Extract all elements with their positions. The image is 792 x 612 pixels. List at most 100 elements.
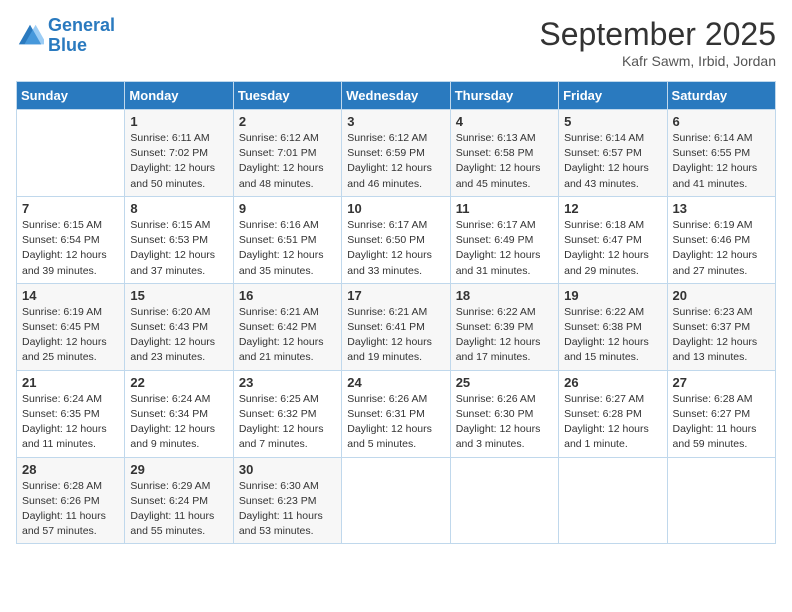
- month-title: September 2025: [539, 16, 776, 53]
- calendar-body: 1 Sunrise: 6:11 AM Sunset: 7:02 PM Daylig…: [17, 110, 776, 544]
- cell-details: Sunrise: 6:24 AM Sunset: 6:34 PM Dayligh…: [130, 392, 227, 453]
- day-number: 6: [673, 114, 770, 129]
- cell-details: Sunrise: 6:15 AM Sunset: 6:53 PM Dayligh…: [130, 218, 227, 279]
- calendar-week-3: 14 Sunrise: 6:19 AM Sunset: 6:45 PM Dayli…: [17, 283, 776, 370]
- day-number: 23: [239, 375, 336, 390]
- day-number: 8: [130, 201, 227, 216]
- day-number: 2: [239, 114, 336, 129]
- cell-details: Sunrise: 6:30 AM Sunset: 6:23 PM Dayligh…: [239, 479, 336, 540]
- weekday-header-wednesday: Wednesday: [342, 82, 450, 110]
- day-number: 1: [130, 114, 227, 129]
- calendar-cell: 7Sunrise: 6:15 AM Sunset: 6:54 PM Daylig…: [17, 196, 125, 283]
- cell-details: Sunrise: 6:17 AM Sunset: 6:49 PM Dayligh…: [456, 218, 553, 279]
- cell-details: Sunrise: 6:27 AM Sunset: 6:28 PM Dayligh…: [564, 392, 661, 453]
- logo-line2: Blue: [48, 35, 87, 55]
- calendar-cell: 9Sunrise: 6:16 AM Sunset: 6:51 PM Daylig…: [233, 196, 341, 283]
- calendar-cell: 1 Sunrise: 6:11 AM Sunset: 7:02 PM Daylig…: [125, 110, 233, 197]
- weekday-header-thursday: Thursday: [450, 82, 558, 110]
- calendar-cell: 11 Sunrise: 6:17 AM Sunset: 6:49 PM Dayli…: [450, 196, 558, 283]
- day-number: 19: [564, 288, 661, 303]
- cell-details: Sunrise: 6:14 AM Sunset: 6:57 PM Dayligh…: [564, 131, 661, 192]
- calendar-cell: 15 Sunrise: 6:20 AM Sunset: 6:43 PM Dayli…: [125, 283, 233, 370]
- weekday-header-sunday: Sunday: [17, 82, 125, 110]
- cell-details: Sunrise: 6:25 AM Sunset: 6:32 PM Dayligh…: [239, 392, 336, 453]
- day-number: 11: [456, 201, 553, 216]
- logo-icon: [16, 22, 44, 50]
- calendar-cell: 24 Sunrise: 6:26 AM Sunset: 6:31 PM Dayli…: [342, 370, 450, 457]
- cell-details: Sunrise: 6:21 AM Sunset: 6:41 PM Dayligh…: [347, 305, 444, 366]
- day-number: 5: [564, 114, 661, 129]
- cell-details: Sunrise: 6:22 AM Sunset: 6:39 PM Dayligh…: [456, 305, 553, 366]
- cell-details: Sunrise: 6:19 AM Sunset: 6:45 PM Dayligh…: [22, 305, 119, 366]
- cell-details: Sunrise: 6:23 AM Sunset: 6:37 PM Dayligh…: [673, 305, 770, 366]
- cell-details: Sunrise: 6:21 AM Sunset: 6:42 PM Dayligh…: [239, 305, 336, 366]
- calendar-cell: 29 Sunrise: 6:29 AM Sunset: 6:24 PM Dayli…: [125, 457, 233, 544]
- cell-details: Sunrise: 6:28 AM Sunset: 6:27 PM Dayligh…: [673, 392, 770, 453]
- calendar-cell: 20Sunrise: 6:23 AM Sunset: 6:37 PM Dayli…: [667, 283, 775, 370]
- page-header: General Blue September 2025 Kafr Sawm, I…: [16, 16, 776, 69]
- calendar-week-4: 21 Sunrise: 6:24 AM Sunset: 6:35 PM Dayli…: [17, 370, 776, 457]
- calendar-week-5: 28 Sunrise: 6:28 AM Sunset: 6:26 PM Dayli…: [17, 457, 776, 544]
- weekday-header-monday: Monday: [125, 82, 233, 110]
- day-number: 12: [564, 201, 661, 216]
- calendar-cell: 6 Sunrise: 6:14 AM Sunset: 6:55 PM Daylig…: [667, 110, 775, 197]
- calendar-cell: 14 Sunrise: 6:19 AM Sunset: 6:45 PM Dayli…: [17, 283, 125, 370]
- weekday-header-saturday: Saturday: [667, 82, 775, 110]
- calendar-cell: 4Sunrise: 6:13 AM Sunset: 6:58 PM Daylig…: [450, 110, 558, 197]
- day-number: 26: [564, 375, 661, 390]
- cell-details: Sunrise: 6:19 AM Sunset: 6:46 PM Dayligh…: [673, 218, 770, 279]
- calendar-cell: 3Sunrise: 6:12 AM Sunset: 6:59 PM Daylig…: [342, 110, 450, 197]
- calendar-cell: [559, 457, 667, 544]
- weekday-header-tuesday: Tuesday: [233, 82, 341, 110]
- cell-details: Sunrise: 6:15 AM Sunset: 6:54 PM Dayligh…: [22, 218, 119, 279]
- cell-details: Sunrise: 6:12 AM Sunset: 7:01 PM Dayligh…: [239, 131, 336, 192]
- day-number: 10: [347, 201, 444, 216]
- day-number: 16: [239, 288, 336, 303]
- calendar-cell: 27 Sunrise: 6:28 AM Sunset: 6:27 PM Dayli…: [667, 370, 775, 457]
- calendar-cell: 22 Sunrise: 6:24 AM Sunset: 6:34 PM Dayli…: [125, 370, 233, 457]
- calendar-table: SundayMondayTuesdayWednesdayThursdayFrid…: [16, 81, 776, 544]
- cell-details: Sunrise: 6:24 AM Sunset: 6:35 PM Dayligh…: [22, 392, 119, 453]
- day-number: 29: [130, 462, 227, 477]
- day-number: 13: [673, 201, 770, 216]
- calendar-week-1: 1 Sunrise: 6:11 AM Sunset: 7:02 PM Daylig…: [17, 110, 776, 197]
- calendar-cell: 5 Sunrise: 6:14 AM Sunset: 6:57 PM Daylig…: [559, 110, 667, 197]
- day-number: 22: [130, 375, 227, 390]
- day-number: 15: [130, 288, 227, 303]
- day-number: 30: [239, 462, 336, 477]
- cell-details: Sunrise: 6:20 AM Sunset: 6:43 PM Dayligh…: [130, 305, 227, 366]
- calendar-cell: 2 Sunrise: 6:12 AM Sunset: 7:01 PM Daylig…: [233, 110, 341, 197]
- location: Kafr Sawm, Irbid, Jordan: [539, 53, 776, 69]
- calendar-cell: 28 Sunrise: 6:28 AM Sunset: 6:26 PM Dayli…: [17, 457, 125, 544]
- calendar-cell: 21 Sunrise: 6:24 AM Sunset: 6:35 PM Dayli…: [17, 370, 125, 457]
- weekday-header-friday: Friday: [559, 82, 667, 110]
- calendar-cell: 26 Sunrise: 6:27 AM Sunset: 6:28 PM Dayli…: [559, 370, 667, 457]
- logo: General Blue: [16, 16, 115, 56]
- cell-details: Sunrise: 6:28 AM Sunset: 6:26 PM Dayligh…: [22, 479, 119, 540]
- day-number: 28: [22, 462, 119, 477]
- calendar-cell: 12Sunrise: 6:18 AM Sunset: 6:47 PM Dayli…: [559, 196, 667, 283]
- cell-details: Sunrise: 6:12 AM Sunset: 6:59 PM Dayligh…: [347, 131, 444, 192]
- cell-details: Sunrise: 6:14 AM Sunset: 6:55 PM Dayligh…: [673, 131, 770, 192]
- calendar-week-2: 7Sunrise: 6:15 AM Sunset: 6:54 PM Daylig…: [17, 196, 776, 283]
- day-number: 24: [347, 375, 444, 390]
- calendar-cell: [667, 457, 775, 544]
- calendar-cell: 13 Sunrise: 6:19 AM Sunset: 6:46 PM Dayli…: [667, 196, 775, 283]
- cell-details: Sunrise: 6:26 AM Sunset: 6:30 PM Dayligh…: [456, 392, 553, 453]
- cell-details: Sunrise: 6:22 AM Sunset: 6:38 PM Dayligh…: [564, 305, 661, 366]
- day-number: 14: [22, 288, 119, 303]
- calendar-cell: 30 Sunrise: 6:30 AM Sunset: 6:23 PM Dayli…: [233, 457, 341, 544]
- logo-line1: General: [48, 15, 115, 35]
- day-number: 21: [22, 375, 119, 390]
- calendar-cell: 10 Sunrise: 6:17 AM Sunset: 6:50 PM Dayli…: [342, 196, 450, 283]
- day-number: 17: [347, 288, 444, 303]
- day-number: 27: [673, 375, 770, 390]
- weekday-row: SundayMondayTuesdayWednesdayThursdayFrid…: [17, 82, 776, 110]
- cell-details: Sunrise: 6:29 AM Sunset: 6:24 PM Dayligh…: [130, 479, 227, 540]
- calendar-cell: [450, 457, 558, 544]
- cell-details: Sunrise: 6:17 AM Sunset: 6:50 PM Dayligh…: [347, 218, 444, 279]
- calendar-cell: 16 Sunrise: 6:21 AM Sunset: 6:42 PM Dayli…: [233, 283, 341, 370]
- cell-details: Sunrise: 6:11 AM Sunset: 7:02 PM Dayligh…: [130, 131, 227, 192]
- cell-details: Sunrise: 6:26 AM Sunset: 6:31 PM Dayligh…: [347, 392, 444, 453]
- day-number: 25: [456, 375, 553, 390]
